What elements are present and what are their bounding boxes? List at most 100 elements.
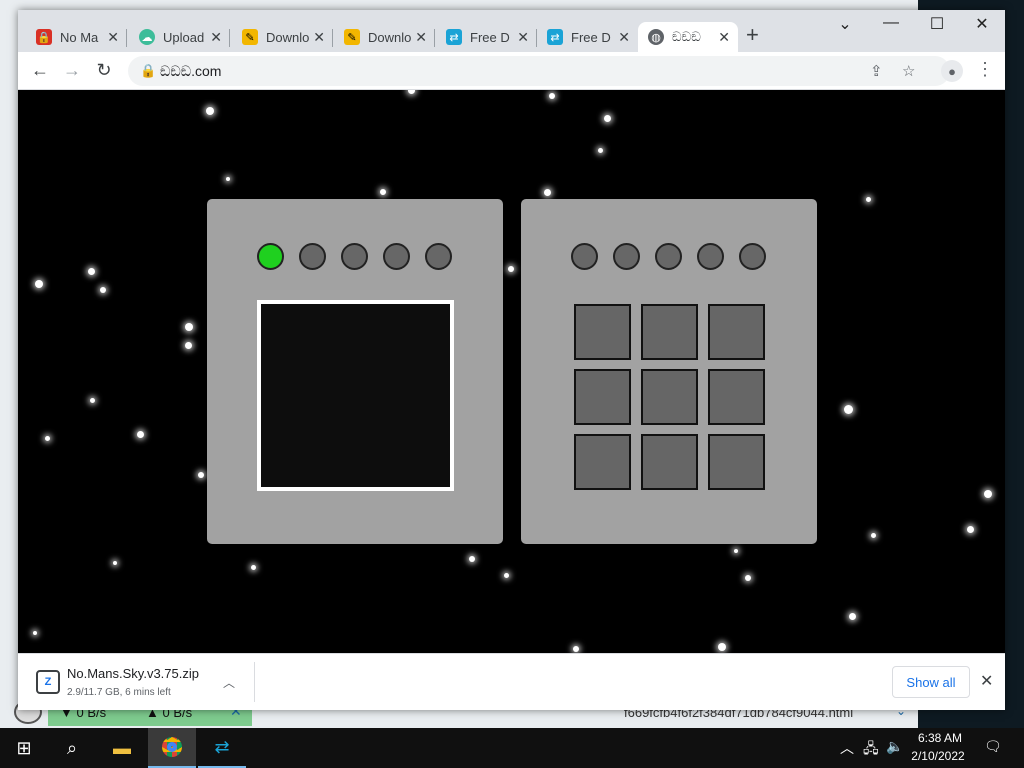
- star: [598, 148, 603, 153]
- tab-download-2[interactable]: ✎ Downlo ✕: [334, 22, 435, 52]
- lock-favicon-icon: 🔒: [36, 29, 52, 45]
- url-text[interactable]: ඞඞඞ.com: [160, 63, 221, 80]
- star: [604, 115, 611, 122]
- keypad-cell[interactable]: [641, 304, 698, 360]
- download-options-chevron-icon[interactable]: ︿: [223, 674, 235, 691]
- tab-search-chevron-icon[interactable]: ⌄: [830, 14, 860, 34]
- clock-date[interactable]: 2/10/2022: [906, 749, 970, 763]
- volume-muted-icon[interactable]: 🔈: [886, 738, 903, 755]
- tab-free-download-1[interactable]: ⇄ Free D ✕: [436, 22, 537, 52]
- network-icon[interactable]: 🖧: [863, 738, 879, 762]
- keypad-indicator-row: [571, 243, 766, 270]
- tab-close-icon[interactable]: ✕: [618, 29, 630, 46]
- star: [45, 436, 50, 441]
- tab-no-mans[interactable]: 🔒 No Ma ✕: [26, 22, 127, 52]
- tab-title: Downlo: [266, 29, 310, 45]
- star: [206, 107, 214, 115]
- notifications-icon[interactable]: 🗨: [984, 738, 1002, 755]
- star: [469, 556, 475, 562]
- display-screen: [257, 300, 454, 491]
- keypad-cell[interactable]: [641, 434, 698, 490]
- keypad-cell[interactable]: [574, 369, 631, 425]
- tab-separator: [229, 29, 230, 47]
- keypad-cell[interactable]: [708, 304, 765, 360]
- star: [185, 342, 192, 349]
- show-all-button[interactable]: Show all: [892, 666, 970, 698]
- star: [251, 565, 256, 570]
- keypad-cell[interactable]: [574, 434, 631, 490]
- keypad-cell[interactable]: [708, 434, 765, 490]
- kebab-menu-icon[interactable]: ⋮: [976, 59, 994, 80]
- minimize-icon[interactable]: —: [876, 14, 906, 32]
- star: [90, 398, 95, 403]
- keypad-cell[interactable]: [708, 369, 765, 425]
- tab-close-icon[interactable]: ✕: [210, 29, 222, 46]
- new-tab-icon[interactable]: +: [746, 24, 759, 46]
- download-status: 2.9/11.7 GB, 6 mins left: [67, 687, 171, 698]
- tab-close-icon[interactable]: ✕: [517, 29, 529, 46]
- taskbar: ⊞ ⌕ ▬ ⇄ ︿ 🖧 🔈 6:38 AM 2/10/2022 🗨: [0, 728, 1024, 768]
- browser-window: 🔒 No Ma ✕ ☁ Upload ✕ ✎ Downlo ✕ ✎ Downlo…: [18, 10, 1005, 710]
- tab-separator: [434, 29, 435, 47]
- download-favicon-icon: ✎: [242, 29, 258, 45]
- file-explorer-icon[interactable]: ▬: [98, 728, 146, 768]
- star: [113, 561, 117, 565]
- star: [745, 575, 751, 581]
- share-icon[interactable]: ⇪: [870, 62, 883, 80]
- keypad-panel: [521, 199, 817, 544]
- globe-favicon-icon: ◍: [648, 29, 664, 45]
- maximize-icon[interactable]: ☐: [922, 14, 952, 34]
- clock-time[interactable]: 6:38 AM: [910, 731, 970, 745]
- download-shelf: Z No.Mans.Sky.v3.75.zip 2.9/11.7 GB, 6 m…: [18, 653, 1005, 710]
- windows-start-icon[interactable]: ⊞: [0, 728, 48, 768]
- star: [380, 189, 386, 195]
- download-divider: [254, 662, 255, 702]
- tab-free-download-2[interactable]: ⇄ Free D ✕: [537, 22, 638, 52]
- star: [544, 189, 551, 196]
- close-window-icon[interactable]: ✕: [967, 14, 997, 34]
- star: [549, 93, 555, 99]
- indicator-light: [571, 243, 598, 270]
- tab-strip: 🔒 No Ma ✕ ☁ Upload ✕ ✎ Downlo ✕ ✎ Downlo…: [18, 10, 1005, 52]
- tab-active-site[interactable]: ◍ ඞඞඞ ✕: [638, 22, 738, 52]
- tab-download-1[interactable]: ✎ Downlo ✕: [232, 22, 333, 52]
- star: [408, 90, 415, 94]
- tab-close-icon[interactable]: ✕: [313, 29, 325, 46]
- star: [137, 431, 144, 438]
- free-download-favicon-icon: ⇄: [446, 29, 462, 45]
- search-icon[interactable]: ⌕: [48, 728, 96, 768]
- display-panel: [207, 199, 503, 544]
- indicator-light: [425, 243, 452, 270]
- profile-avatar-icon[interactable]: ●: [941, 60, 963, 82]
- tab-close-icon[interactable]: ✕: [107, 29, 119, 46]
- tab-title: No Ma: [60, 29, 99, 45]
- show-hidden-icons-chevron-icon[interactable]: ︿: [840, 738, 854, 758]
- keypad-cell[interactable]: [574, 304, 631, 360]
- reload-icon[interactable]: ↻: [92, 60, 116, 81]
- bookmark-star-icon[interactable]: ☆: [902, 62, 915, 80]
- upload-favicon-icon: ☁: [139, 29, 155, 45]
- tab-title: Downlo: [368, 29, 412, 45]
- tab-separator: [126, 29, 127, 47]
- tab-title: Free D: [470, 29, 510, 45]
- address-bar[interactable]: 🔒 ඞඞඞ.com ⇪ ☆: [128, 56, 950, 86]
- back-icon[interactable]: ←: [28, 60, 52, 81]
- chrome-taskbar-icon[interactable]: [148, 728, 196, 768]
- tab-close-icon[interactable]: ✕: [415, 29, 427, 46]
- download-favicon-icon: ✎: [344, 29, 360, 45]
- keypad-cell[interactable]: [641, 369, 698, 425]
- lock-icon[interactable]: 🔒: [140, 63, 156, 79]
- forward-icon[interactable]: →: [60, 60, 84, 81]
- download-manager-taskbar-icon[interactable]: ⇄: [198, 728, 246, 768]
- close-download-shelf-icon[interactable]: ✕: [980, 671, 993, 691]
- star: [33, 631, 37, 635]
- tab-close-icon[interactable]: ✕: [718, 29, 730, 46]
- star: [198, 472, 204, 478]
- star: [35, 280, 43, 288]
- star: [573, 646, 579, 652]
- tab-upload[interactable]: ☁ Upload ✕: [129, 22, 230, 52]
- tab-title: ඞඞඞ: [672, 29, 701, 44]
- free-download-favicon-icon: ⇄: [547, 29, 563, 45]
- zip-file-icon: Z: [36, 670, 60, 694]
- download-filename[interactable]: No.Mans.Sky.v3.75.zip: [67, 666, 199, 681]
